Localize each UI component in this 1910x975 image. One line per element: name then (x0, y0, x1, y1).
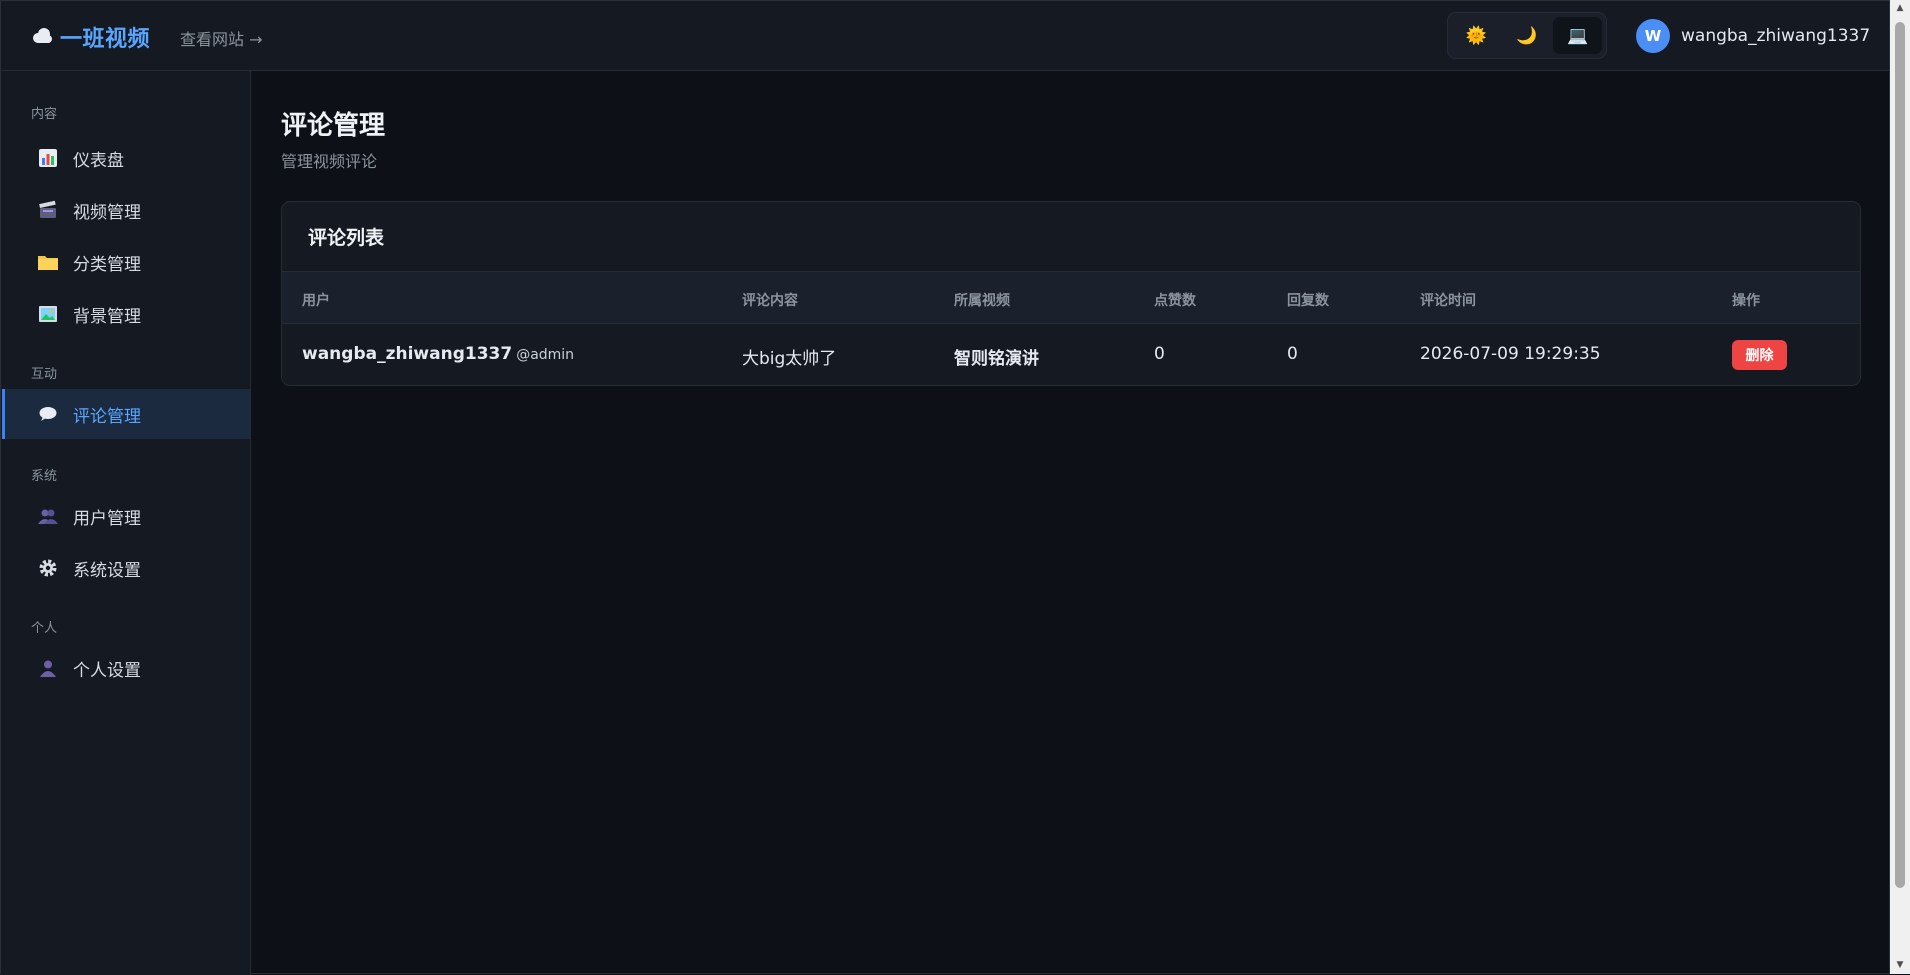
nav-section-system: 系统 (31, 469, 58, 484)
laptop-icon: 💻 (1567, 25, 1589, 46)
comment-user-cell: wangba_zhiwang1337 @admin (302, 344, 574, 364)
nav-section-content: 内容 (31, 107, 58, 122)
sidebar-item-users[interactable]: 用户管理 (2, 491, 250, 541)
picture-icon (37, 303, 59, 325)
column-header-likes: 点赞数 (1154, 293, 1196, 309)
speech-bubble-icon (37, 403, 59, 425)
moon-icon: 🌙 (1516, 25, 1538, 46)
sidebar-item-label: 仪表盘 (73, 150, 124, 171)
scroll-thumb[interactable] (1895, 22, 1905, 888)
gear-icon (37, 557, 59, 579)
comment-likes-cell: 0 (1154, 344, 1165, 364)
column-header-video: 所属视频 (954, 293, 1010, 309)
username: wangba_zhiwang1337 (1681, 26, 1871, 46)
users-icon (37, 505, 59, 527)
theme-dark-button[interactable]: 🌙 (1503, 17, 1552, 54)
user-icon (37, 657, 59, 679)
sidebar-item-videos[interactable]: 视频管理 (2, 185, 250, 235)
sidebar-item-label: 系统设置 (73, 560, 141, 581)
column-header-actions: 操作 (1732, 293, 1760, 309)
sidebar-item-backgrounds[interactable]: 背景管理 (2, 289, 250, 339)
column-header-time: 评论时间 (1420, 293, 1476, 309)
top-bar: 一班视频 查看网站 → 🌞 🌙 💻 W wangba_zhiwang1337 (1, 1, 1889, 71)
sidebar-item-profile[interactable]: 个人设置 (2, 643, 250, 693)
comment-time-cell: 2026-07-09 19:29:35 (1420, 344, 1601, 364)
sidebar-item-settings[interactable]: 系统设置 (2, 543, 250, 593)
sidebar-item-label: 背景管理 (73, 306, 141, 327)
nav-section-interaction: 互动 (31, 367, 58, 382)
comment-content-cell: 大big太帅了 (742, 349, 837, 369)
table-header: 用户 评论内容 所属视频 点赞数 回复数 评论时间 操作 (282, 272, 1860, 324)
column-header-content: 评论内容 (742, 293, 798, 309)
vertical-scrollbar[interactable]: ▲ ▼ (1890, 0, 1910, 974)
sidebar-item-comments[interactable]: 评论管理 (2, 389, 250, 439)
view-site-link[interactable]: 查看网站 → (180, 26, 263, 50)
theme-switcher: 🌞 🌙 💻 (1447, 12, 1607, 59)
clapperboard-icon (37, 199, 59, 221)
sidebar: 内容 仪表盘 视频管理 分类管理 背景管理 互动 评论管理 系统 用户管理 系统… (1, 71, 251, 975)
nav-section-personal: 个人 (31, 621, 58, 636)
sidebar-item-label: 视频管理 (73, 202, 141, 223)
theme-light-button[interactable]: 🌞 (1452, 17, 1501, 54)
theme-system-button[interactable]: 💻 (1553, 17, 1603, 54)
sidebar-item-categories[interactable]: 分类管理 (2, 237, 250, 287)
sun-icon: 🌞 (1465, 25, 1487, 46)
cloud-icon (30, 25, 54, 49)
comment-list-card: 评论列表 用户 评论内容 所属视频 点赞数 回复数 评论时间 操作 wangba… (281, 201, 1861, 386)
sidebar-item-label: 评论管理 (73, 406, 141, 427)
app-window: 一班视频 查看网站 → 🌞 🌙 💻 W wangba_zhiwang1337 内… (0, 0, 1890, 975)
column-header-replies: 回复数 (1287, 293, 1329, 309)
user-menu[interactable]: W wangba_zhiwang1337 (1636, 18, 1870, 54)
brand-name: 一班视频 (60, 27, 151, 52)
folder-icon (37, 251, 59, 273)
comment-username: wangba_zhiwang1337 (302, 344, 513, 364)
comment-user-role: @admin (516, 347, 575, 363)
delete-comment-button[interactable]: 删除 (1732, 340, 1787, 370)
avatar: W (1636, 19, 1670, 53)
comment-video-cell: 智则铭演讲 (954, 349, 1039, 369)
comment-replies-cell: 0 (1287, 344, 1298, 364)
brand-logo[interactable]: 一班视频 (30, 21, 150, 53)
table-row: wangba_zhiwang1337 @admin 大big太帅了 智则铭演讲 0… (282, 324, 1860, 385)
page-title: 评论管理 (281, 111, 386, 141)
scroll-up-arrow-icon[interactable]: ▲ (1890, 0, 1910, 17)
bar-chart-icon (37, 147, 59, 169)
sidebar-item-label: 分类管理 (73, 254, 141, 275)
card-title: 评论列表 (282, 202, 1860, 272)
sidebar-item-label: 用户管理 (73, 508, 141, 529)
sidebar-item-dashboard[interactable]: 仪表盘 (2, 133, 250, 183)
sidebar-item-label: 个人设置 (73, 660, 141, 681)
column-header-user: 用户 (302, 293, 330, 309)
scroll-down-arrow-icon[interactable]: ▼ (1890, 957, 1910, 974)
page-subtitle: 管理视频评论 (281, 152, 378, 171)
